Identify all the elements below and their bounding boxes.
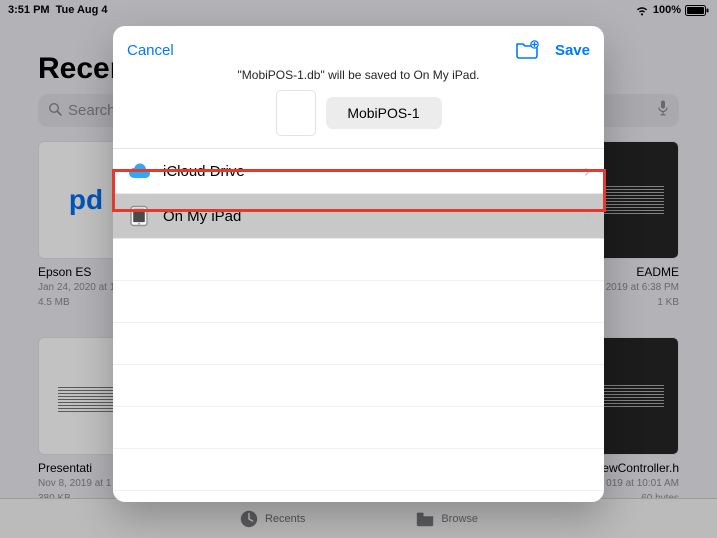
file-preview-thumb xyxy=(276,90,316,136)
location-on-my-ipad[interactable]: On My iPad › xyxy=(113,194,604,239)
empty-rows xyxy=(113,239,604,491)
filename-row xyxy=(113,90,604,148)
location-label: On My iPad xyxy=(163,208,241,225)
location-list: iCloud Drive › On My iPad › xyxy=(113,148,604,502)
location-icloud-drive[interactable]: iCloud Drive › xyxy=(113,148,604,194)
save-button[interactable]: Save xyxy=(555,42,590,59)
chevron-right-icon: › xyxy=(584,206,590,227)
modal-subtitle: "MobiPOS-1.db" will be saved to On My iP… xyxy=(113,68,604,90)
save-modal: Cancel Save "MobiPOS-1.db" will be saved… xyxy=(113,26,604,502)
cloud-icon xyxy=(127,159,151,183)
new-folder-icon[interactable] xyxy=(515,40,539,60)
filename-input[interactable] xyxy=(326,97,442,129)
ipad-icon xyxy=(127,204,151,228)
cancel-button[interactable]: Cancel xyxy=(127,42,174,59)
chevron-right-icon: › xyxy=(584,161,590,182)
location-label: iCloud Drive xyxy=(163,163,245,180)
modal-header: Cancel Save xyxy=(113,26,604,68)
